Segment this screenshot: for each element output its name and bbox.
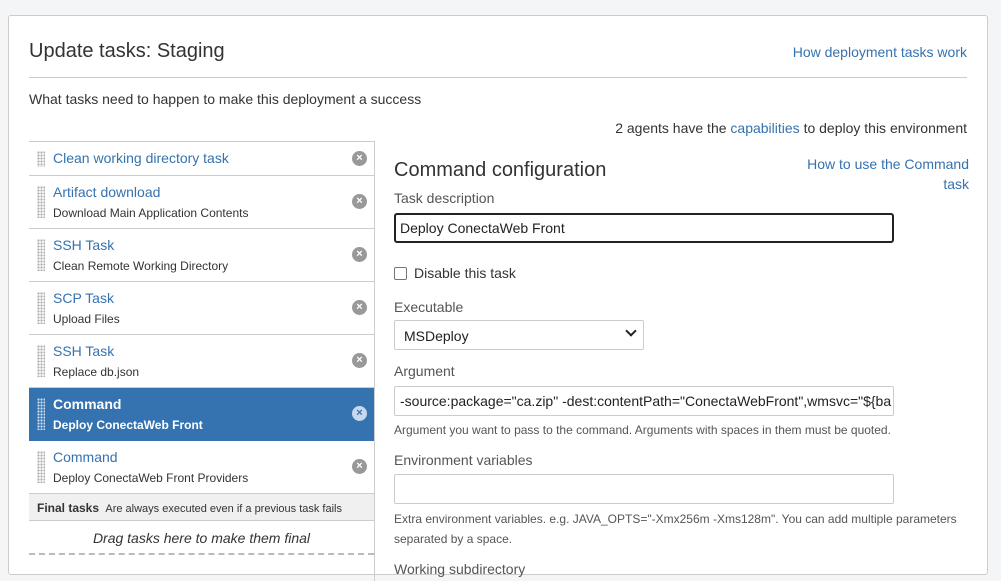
command-help-link[interactable]: How to use the Command task [789, 154, 969, 194]
agents-suffix: to deploy this environment [803, 120, 967, 136]
task-description: Deploy ConectaWeb Front Providers [53, 471, 249, 485]
task-description-input[interactable]: Deploy ConectaWeb Front [394, 213, 894, 243]
close-circle-icon[interactable]: × [352, 300, 367, 315]
disable-task-row[interactable]: Disable this task [394, 265, 516, 281]
disable-task-label: Disable this task [414, 265, 516, 281]
page-subtitle: What tasks need to happen to make this d… [29, 91, 422, 107]
task-list: Clean working directory task × Artifact … [29, 141, 374, 581]
task-description: Upload Files [53, 312, 120, 326]
task-description: Replace db.json [53, 365, 140, 379]
working-subdirectory-label: Working subdirectory [394, 561, 526, 577]
drag-handle-icon[interactable] [37, 186, 45, 218]
close-circle-icon[interactable]: × [352, 459, 367, 474]
task-description: Deploy ConectaWeb Front [53, 418, 203, 432]
task-item[interactable]: SCP Task Upload Files × [29, 282, 374, 335]
task-name: SSH Task [53, 343, 115, 359]
task-item[interactable]: SSH Task Clean Remote Working Directory … [29, 229, 374, 282]
env-variables-label: Environment variables [394, 452, 533, 468]
task-item-selected[interactable]: Command Deploy ConectaWeb Front × [29, 388, 374, 441]
env-variables-input[interactable] [394, 474, 894, 504]
drag-handle-icon[interactable] [37, 451, 45, 483]
close-circle-icon[interactable]: × [352, 194, 367, 209]
executable-select[interactable]: MSDeploy [394, 320, 644, 350]
title-divider [29, 77, 967, 78]
task-name: Command [53, 396, 122, 412]
executable-label: Executable [394, 299, 464, 315]
task-name: SCP Task [53, 290, 114, 306]
argument-hint: Argument you want to pass to the command… [394, 423, 891, 437]
drag-handle-icon[interactable] [37, 398, 45, 430]
argument-label: Argument [394, 363, 455, 379]
task-description: Clean Remote Working Directory [53, 259, 229, 273]
close-circle-icon[interactable]: × [352, 247, 367, 262]
close-circle-icon[interactable]: × [352, 406, 367, 421]
task-item[interactable]: Artifact download Download Main Applicat… [29, 176, 374, 229]
task-item[interactable]: Clean working directory task × [29, 142, 374, 176]
task-name: Artifact download [53, 184, 161, 200]
task-item[interactable]: Command Deploy ConectaWeb Front Provider… [29, 441, 374, 494]
task-name: SSH Task [53, 237, 115, 253]
executable-value: MSDeploy [404, 328, 469, 344]
task-item[interactable]: SSH Task Replace db.json × [29, 335, 374, 388]
command-config-pane: Command configuration How to use the Com… [374, 141, 969, 581]
close-circle-icon[interactable]: × [352, 353, 367, 368]
drag-handle-icon[interactable] [37, 345, 45, 377]
config-title: Command configuration [394, 159, 607, 181]
task-description-label: Task description [394, 190, 495, 206]
chevron-down-icon [625, 325, 637, 337]
page-title: Update tasks: Staging [29, 40, 225, 62]
task-name: Clean working directory task [53, 150, 229, 166]
final-tasks-label: Final tasks [37, 501, 100, 515]
capabilities-link[interactable]: capabilities [730, 120, 799, 136]
final-tasks-header: Final tasks Are always executed even if … [29, 494, 374, 521]
agents-info: 2 agents have the capabilities to deploy… [615, 120, 967, 136]
task-description: Download Main Application Contents [53, 206, 249, 220]
drag-handle-icon[interactable] [37, 151, 45, 167]
deployment-tasks-help-link[interactable]: How deployment tasks work [793, 44, 967, 60]
agents-prefix: 2 agents have the [615, 120, 727, 136]
final-tasks-drop-zone[interactable]: Drag tasks here to make them final [29, 521, 374, 555]
drag-handle-icon[interactable] [37, 292, 45, 324]
update-tasks-panel: Update tasks: Staging How deployment tas… [8, 15, 988, 581]
env-variables-hint: Extra environment variables. e.g. JAVA_O… [394, 512, 957, 546]
disable-task-checkbox[interactable] [394, 266, 407, 280]
final-tasks-note: Are always executed even if a previous t… [105, 503, 342, 515]
task-name: Command [53, 449, 118, 465]
argument-input[interactable]: -source:package="ca.zip" -dest:contentPa… [394, 386, 894, 416]
close-circle-icon[interactable]: × [352, 151, 367, 166]
drag-handle-icon[interactable] [37, 239, 45, 271]
